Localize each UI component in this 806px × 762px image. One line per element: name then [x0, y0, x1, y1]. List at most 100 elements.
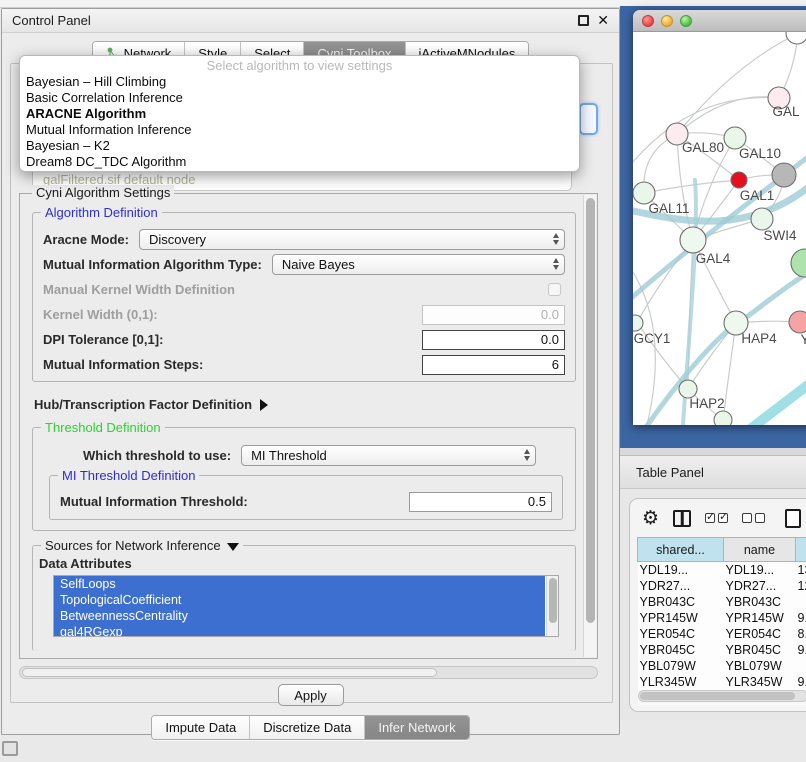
algorithm-definition-group: Algorithm Definition Aracne Mode: Discov…	[32, 212, 576, 382]
combo-stepper-icon	[524, 449, 530, 461]
which-threshold-label: Which threshold to use:	[83, 448, 231, 463]
apply-button[interactable]: Apply	[278, 684, 344, 706]
zoom-window-icon[interactable]	[680, 15, 692, 27]
network-view-window: GALGAL80GAL10GAL1GAL11SWI4GAL4GCY1HAP4YH…	[633, 10, 806, 425]
aracne-mode-combo[interactable]: Discovery	[139, 229, 565, 250]
network-node[interactable]	[714, 411, 732, 425]
network-node[interactable]	[786, 32, 806, 44]
table-column-header[interactable]: A	[796, 538, 806, 562]
aracne-mode-label: Aracne Mode:	[43, 232, 129, 247]
algorithm-list-item[interactable]: Dream8 DC_TDC Algorithm	[20, 154, 579, 170]
data-attributes-list: SelfLoopsTopologicalCoefficientBetweenne…	[53, 575, 559, 637]
algorithm-list-item[interactable]: Basic Correlation Inference	[20, 90, 579, 106]
cyni-algorithm-settings-box: Algorithm Definition Aracne Mode: Discov…	[19, 193, 598, 659]
network-node-label: HAP2	[689, 396, 724, 411]
network-node-y[interactable]	[789, 311, 806, 333]
close-window-icon[interactable]	[642, 15, 654, 27]
network-edge-highlighted[interactable]	[749, 378, 806, 425]
select-all-columns-icon[interactable]	[705, 513, 728, 523]
kernel-width-input[interactable]	[422, 305, 565, 325]
network-node-label: Y	[800, 332, 806, 347]
mi-threshold-input[interactable]	[409, 492, 552, 512]
network-node-label: GAL10	[739, 146, 781, 161]
manual-kernel-width-checkbox[interactable]	[548, 283, 561, 296]
attribute-list-item[interactable]: BetweennessCentrality	[54, 608, 545, 624]
network-edge[interactable]	[677, 36, 793, 134]
network-graph[interactable]: GALGAL80GAL10GAL1GAL11SWI4GAL4GCY1HAP4YH…	[633, 32, 806, 425]
tab-discretize-data[interactable]: Discretize Data	[250, 716, 365, 739]
combo-stepper-icon	[553, 258, 559, 270]
mi-algorithm-type-value: Naive Bayes	[282, 257, 355, 272]
algorithm-list-item[interactable]: Bayesian – Hill Climbing	[20, 74, 579, 90]
table-row[interactable]: YBR043CYBR043C	[638, 594, 806, 610]
table-column-header[interactable]: shared...	[638, 538, 724, 562]
hub-definition-label: Hub/Transcription Factor Definition	[34, 397, 252, 412]
attribute-list-item[interactable]: gal4RGexp	[54, 624, 545, 637]
export-table-icon[interactable]	[785, 509, 801, 528]
expand-right-icon[interactable]	[260, 399, 268, 411]
algorithm-list-item[interactable]: Bayesian – K2	[20, 138, 579, 154]
table-panel-title: Table Panel	[636, 465, 704, 480]
table-column-header[interactable]: name	[724, 538, 796, 562]
table-row[interactable]: YLR345WYLR345W9.	[638, 674, 806, 690]
network-node-swi4[interactable]	[751, 208, 773, 230]
tab-infer-network[interactable]: Infer Network	[365, 716, 468, 739]
algorithm-definition-title: Algorithm Definition	[41, 205, 162, 220]
table-row[interactable]: YBL079WYBL079W	[638, 658, 806, 674]
mi-threshold-label: Mutual Information Threshold:	[60, 494, 248, 509]
network-node-label: GCY1	[634, 331, 671, 346]
mi-algorithm-type-combo[interactable]: Naive Bayes	[272, 254, 565, 275]
mi-threshold-definition-title: MI Threshold Definition	[58, 468, 199, 483]
table-row[interactable]: YDL19...YDL19...13	[638, 562, 806, 578]
gear-icon[interactable]: ⚙	[642, 509, 659, 528]
table-row[interactable]: YPR145WYPR145W9.	[638, 610, 806, 626]
table-card: ⚙ shared...nameA YDL19...YDL19...13YDR27…	[629, 498, 806, 712]
settings-box-title: Cyni Algorithm Settings	[32, 185, 174, 200]
control-panel-title: Control Panel	[12, 13, 91, 28]
mi-steps-input[interactable]	[422, 355, 565, 375]
network-node-label: GAL1	[740, 188, 775, 203]
dpi-tolerance-input[interactable]	[422, 330, 565, 350]
float-panel-icon[interactable]	[578, 15, 589, 26]
algorithm-list-item[interactable]: ARACNE Algorithm	[20, 106, 579, 122]
columns-icon[interactable]	[673, 510, 691, 527]
attribute-list-item[interactable]: SelfLoops	[54, 576, 545, 592]
settings-horizontal-scrollbar[interactable]	[19, 666, 598, 679]
dpi-tolerance-label: DPI Tolerance [0,1]:	[43, 332, 163, 347]
table-row[interactable]: YBR045CYBR045C9.	[638, 642, 806, 658]
table-horizontal-scrollbar[interactable]	[638, 690, 806, 702]
attributes-scrollbar[interactable]	[546, 576, 558, 636]
network-window-titlebar	[633, 10, 806, 32]
network-canvas[interactable]: GALGAL80GAL10GAL1GAL11SWI4GAL4GCY1HAP4YH…	[633, 32, 806, 425]
network-node-gal1[interactable]	[731, 172, 747, 188]
attribute-list-item[interactable]: TopologicalCoefficient	[54, 592, 545, 608]
threshold-definition-group: Threshold Definition Which threshold to …	[32, 427, 576, 531]
which-threshold-combo[interactable]: MI Threshold	[241, 445, 536, 466]
table-row[interactable]: YER054CYER054C8.	[638, 626, 806, 642]
collapse-down-icon[interactable]	[227, 543, 239, 551]
manual-kernel-width-label: Manual Kernel Width Definition	[43, 282, 235, 297]
aracne-mode-value: Discovery	[149, 232, 206, 247]
close-panel-icon[interactable]: ✕	[597, 15, 609, 26]
minimized-panel-icon[interactable]	[2, 741, 18, 756]
deselect-all-columns-icon[interactable]	[742, 513, 765, 523]
threshold-definition-title: Threshold Definition	[41, 420, 165, 435]
algorithm-list-item[interactable]: Mutual Information Inference	[20, 122, 579, 138]
network-edge[interactable]	[644, 180, 739, 193]
mi-steps-label: Mutual Information Steps:	[43, 357, 203, 372]
sources-group: Sources for Network Inference Data Attri…	[32, 545, 576, 651]
table-toolbar: ⚙	[630, 499, 806, 537]
network-node-label: GAL	[772, 104, 800, 119]
cyni-mode-tabs: Impute DataDiscretize DataInfer Network	[151, 715, 469, 740]
network-node-gal4[interactable]	[680, 227, 706, 253]
minimize-window-icon[interactable]	[661, 15, 673, 27]
control-panel-titlebar: Control Panel ✕	[2, 9, 619, 33]
network-node[interactable]	[772, 163, 796, 187]
settings-vertical-scrollbar[interactable]	[583, 195, 596, 657]
focused-spinner-fragment[interactable]	[579, 103, 598, 135]
kernel-width-label: Kernel Width (0,1):	[43, 307, 158, 322]
network-node[interactable]	[791, 249, 806, 277]
network-node-label: HAP4	[741, 331, 777, 346]
tab-impute-data[interactable]: Impute Data	[152, 716, 250, 739]
table-row[interactable]: YDR27...YDR27...12	[638, 578, 806, 594]
